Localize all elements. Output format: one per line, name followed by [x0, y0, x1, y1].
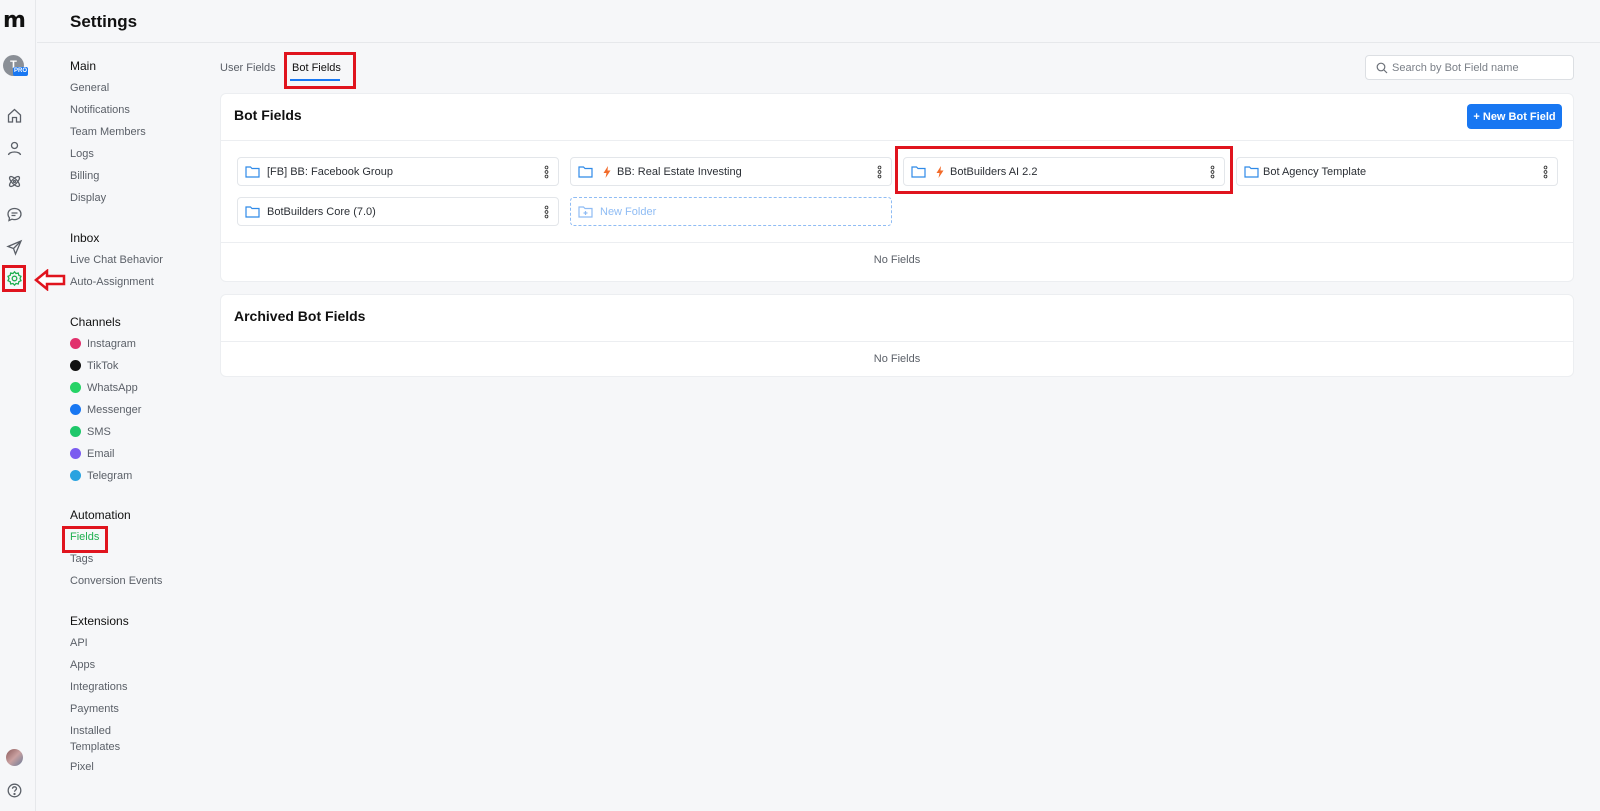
card-title: Bot Fields: [234, 107, 302, 123]
tab-user-fields[interactable]: User Fields: [220, 60, 276, 76]
sidebar-item-api[interactable]: API: [70, 635, 88, 651]
section-title-automation: Automation: [70, 508, 131, 522]
sidebar-item-label: Templates: [70, 741, 121, 753]
folder-icon: [245, 166, 260, 178]
tiktok-icon: [70, 360, 81, 371]
sidebar-item-sms[interactable]: SMS: [70, 424, 111, 440]
card-title: Archived Bot Fields: [234, 308, 366, 324]
bolt-icon: [603, 166, 611, 178]
new-folder-button[interactable]: New Folder: [570, 197, 892, 226]
sidebar-item-tags[interactable]: Tags: [70, 551, 93, 567]
workspace-avatar[interactable]: [6, 749, 23, 766]
section-title-extensions: Extensions: [70, 614, 129, 628]
annotation-highlight-tab: [284, 52, 356, 89]
sidebar-item-label: Telegram: [87, 470, 133, 482]
sidebar-item-instagram[interactable]: Instagram: [70, 336, 136, 352]
folder-label: BB: Real Estate Investing: [617, 166, 742, 178]
sidebar-item-telegram[interactable]: Telegram: [70, 468, 132, 484]
folder-label: BotBuilders Core (7.0): [267, 206, 376, 218]
contacts-icon[interactable]: [6, 140, 23, 157]
sms-icon: [70, 426, 81, 437]
folder-plus-icon: [578, 206, 593, 218]
new-folder-label: New Folder: [600, 206, 657, 218]
home-icon[interactable]: [6, 107, 23, 124]
messenger-icon: [70, 404, 81, 415]
sidebar-item-tiktok[interactable]: TikTok: [70, 358, 118, 374]
annotation-arrow-icon: [34, 269, 66, 291]
annotation-highlight-settings: [2, 265, 26, 292]
divider: [221, 341, 1573, 342]
sidebar-item-installed-templates[interactable]: Installed Templates: [70, 723, 120, 753]
sidebar-item-label: TikTok: [87, 360, 119, 372]
livechat-icon[interactable]: [6, 206, 23, 223]
more-options-icon[interactable]: [1543, 165, 1548, 179]
sidebar-item-email[interactable]: Email: [70, 446, 115, 462]
folder-item[interactable]: BotBuilders Core (7.0): [237, 197, 559, 226]
sidebar-item-team-members[interactable]: Team Members: [70, 124, 146, 140]
search-icon: [1376, 62, 1388, 74]
help-icon[interactable]: [6, 782, 23, 799]
more-options-icon[interactable]: [544, 205, 549, 219]
sidebar-item-integrations[interactable]: Integrations: [70, 679, 127, 695]
sidebar-item-label: SMS: [87, 426, 111, 438]
section-title-main: Main: [70, 59, 97, 73]
sidebar-item-notifications[interactable]: Notifications: [70, 102, 130, 118]
search-input[interactable]: [1392, 59, 1567, 76]
divider: [221, 242, 1573, 243]
sidebar-item-pixel[interactable]: Pixel: [70, 759, 94, 775]
sidebar-item-billing[interactable]: Billing: [70, 168, 99, 184]
automation-icon[interactable]: [6, 173, 23, 190]
sidebar-item-label: Installed: [70, 725, 111, 737]
folder-label: Bot Agency Template: [1263, 166, 1367, 178]
sidebar-item-label: WhatsApp: [87, 382, 138, 394]
page-title: Settings: [70, 12, 138, 31]
sidebar-item-apps[interactable]: Apps: [70, 657, 95, 673]
search-box: [1365, 55, 1574, 80]
sidebar-item-conversion-events[interactable]: Conversion Events: [70, 573, 162, 589]
sidebar-item-messenger[interactable]: Messenger: [70, 402, 141, 418]
whatsapp-icon: [70, 382, 81, 393]
app-logo[interactable]: m: [3, 10, 33, 32]
sidebar-item-general[interactable]: General: [70, 80, 109, 96]
sidebar-item-payments[interactable]: Payments: [70, 701, 119, 717]
more-options-icon[interactable]: [877, 165, 882, 179]
sidebar-item-display[interactable]: Display: [70, 190, 106, 206]
instagram-icon: [70, 338, 81, 349]
folder-item[interactable]: [FB] BB: Facebook Group: [237, 157, 559, 186]
folder-item[interactable]: BB: Real Estate Investing: [570, 157, 892, 186]
new-bot-field-button[interactable]: + New Bot Field: [1467, 104, 1562, 129]
empty-state-text: No Fields: [873, 254, 921, 266]
sidebar-item-label: Email: [87, 448, 115, 460]
annotation-highlight-fields: [62, 526, 108, 553]
page-header: Settings: [37, 0, 1600, 43]
section-title-inbox: Inbox: [70, 231, 100, 245]
icon-rail: m T PRO: [0, 0, 36, 811]
sidebar-item-live-chat-behavior[interactable]: Live Chat Behavior: [70, 252, 163, 268]
folder-icon: [245, 206, 260, 218]
email-icon: [70, 448, 81, 459]
folder-item[interactable]: Bot Agency Template: [1236, 157, 1558, 186]
broadcast-icon[interactable]: [6, 239, 23, 256]
annotation-highlight-folder: [895, 146, 1233, 194]
sidebar-item-logs[interactable]: Logs: [70, 146, 94, 162]
folder-icon: [578, 166, 593, 178]
section-title-channels: Channels: [70, 315, 121, 329]
folder-label: [FB] BB: Facebook Group: [267, 166, 393, 178]
sidebar-item-label: Messenger: [87, 404, 142, 416]
folder-icon: [1244, 166, 1259, 178]
sidebar-item-whatsapp[interactable]: WhatsApp: [70, 380, 138, 396]
sidebar-item-label: Instagram: [87, 338, 136, 350]
empty-state-text: No Fields: [873, 353, 921, 365]
pro-badge: PRO: [13, 67, 28, 76]
more-options-icon[interactable]: [544, 165, 549, 179]
sidebar-item-auto-assignment[interactable]: Auto-Assignment: [70, 274, 154, 290]
archived-bot-fields-card: Archived Bot Fields No Fields: [220, 294, 1574, 377]
telegram-icon: [70, 470, 81, 481]
divider: [221, 140, 1573, 141]
